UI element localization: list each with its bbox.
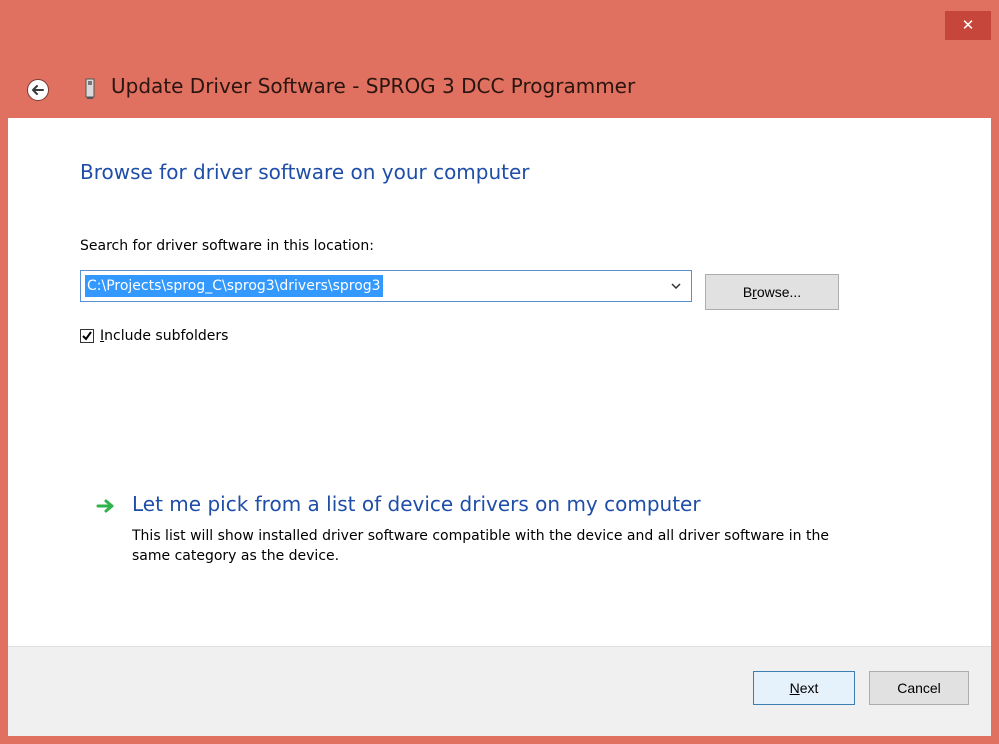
browse-label-part: B <box>742 284 753 300</box>
close-icon: ✕ <box>961 16 975 34</box>
green-arrow-icon <box>96 499 114 513</box>
browse-label-rest: owse... <box>756 284 802 300</box>
content-area: Browse for driver software on your compu… <box>8 118 991 646</box>
include-subfolders-row[interactable]: Include subfolders <box>80 328 228 344</box>
pick-from-list-description: This list will show installed driver sof… <box>132 528 829 564</box>
pick-from-list-link[interactable]: Let me pick from a list of device driver… <box>132 492 701 516</box>
usb-device-icon <box>85 78 95 99</box>
path-input-value[interactable]: C:\Projects\sprog_C\sprog3\drivers\sprog… <box>85 275 383 297</box>
chevron-down-icon <box>671 283 681 289</box>
checkmark-icon <box>82 331 92 341</box>
window-title: Update Driver Software - SPROG 3 DCC Pro… <box>111 74 636 98</box>
browse-button[interactable]: Br owse... <box>705 274 839 310</box>
next-label-accel: N <box>789 680 800 696</box>
combo-dropdown-button[interactable] <box>669 277 683 295</box>
close-button[interactable]: ✕ <box>945 11 991 40</box>
next-button[interactable]: Next <box>753 671 855 705</box>
back-arrow-icon <box>32 85 44 95</box>
cancel-button[interactable]: Cancel <box>869 671 969 705</box>
next-label-rest: ext <box>799 680 819 696</box>
dialog-window: ✕ Update Driver Software - SPROG 3 DCC P… <box>0 0 999 744</box>
back-button[interactable] <box>27 79 49 101</box>
path-combobox[interactable]: C:\Projects\sprog_C\sprog3\drivers\sprog… <box>80 270 692 302</box>
dialog-footer: Next Cancel <box>8 646 991 736</box>
include-subfolders-label: Include subfolders <box>100 328 228 344</box>
search-location-label: Search for driver software in this locat… <box>80 238 374 254</box>
include-subfolders-checkbox[interactable] <box>80 329 94 343</box>
include-label-rest: nclude subfolders <box>104 328 229 344</box>
title-bar: Update Driver Software - SPROG 3 DCC Pro… <box>0 64 999 116</box>
page-heading: Browse for driver software on your compu… <box>80 160 530 184</box>
